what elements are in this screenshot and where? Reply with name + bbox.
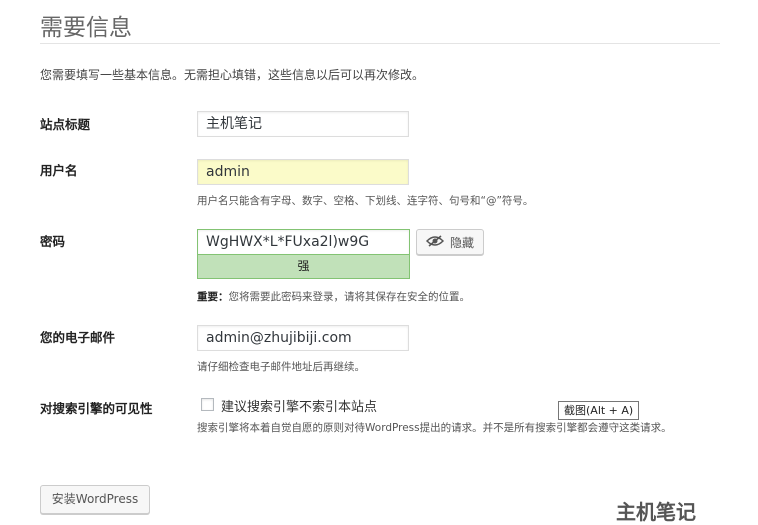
password-help-text: 您将需要此密码来登录，请将其保存在安全的位置。 <box>228 291 471 303</box>
intro-text: 您需要填写一些基本信息。无需担心填错，这些信息以后可以再次修改。 <box>40 68 425 82</box>
install-wordpress-button[interactable]: 安装WordPress <box>40 485 150 514</box>
noindex-checkbox[interactable] <box>201 398 214 411</box>
password-help: 重要：您将需要此密码来登录，请将其保存在安全的位置。 <box>197 289 470 304</box>
password-help-important: 重要： <box>197 291 229 303</box>
site-title-input[interactable]: 主机笔记 <box>197 111 409 137</box>
noindex-checkbox-label[interactable]: 建议搜索引擎不索引本站点 <box>221 396 377 415</box>
hide-password-label: 隐藏 <box>449 235 474 250</box>
eye-slash-icon <box>425 234 445 250</box>
username-input[interactable]: admin <box>197 159 409 185</box>
password-input[interactable]: WgHWX*L*FUxa2l)w9G <box>197 229 410 255</box>
page-title: 需要信息 <box>40 15 132 41</box>
email-help: 请仔细检查电子邮件地址后再继续。 <box>197 361 365 373</box>
username-label: 用户名 <box>40 163 78 178</box>
hide-password-button[interactable]: 隐藏 <box>416 229 484 255</box>
site-title-label: 站点标题 <box>40 117 91 132</box>
email-input[interactable]: admin@zhujibiji.com <box>197 325 409 351</box>
email-label: 您的电子邮件 <box>40 330 116 345</box>
password-label: 密码 <box>40 234 66 249</box>
password-strength-meter: 强 <box>197 255 410 279</box>
title-divider <box>40 43 720 44</box>
search-visibility-label: 对搜索引擎的可见性 <box>40 401 153 416</box>
search-visibility-help: 搜索引擎将本着自觉自愿的原则对待WordPress提出的请求。并不是所有搜索引擎… <box>197 422 672 434</box>
username-help: 用户名只能含有字母、数字、空格、下划线、连字符、句号和“@”符号。 <box>197 195 534 207</box>
watermark-text: 主机笔记 <box>616 500 696 524</box>
screenshot-tooltip: 截图(Alt + A) <box>558 401 640 420</box>
